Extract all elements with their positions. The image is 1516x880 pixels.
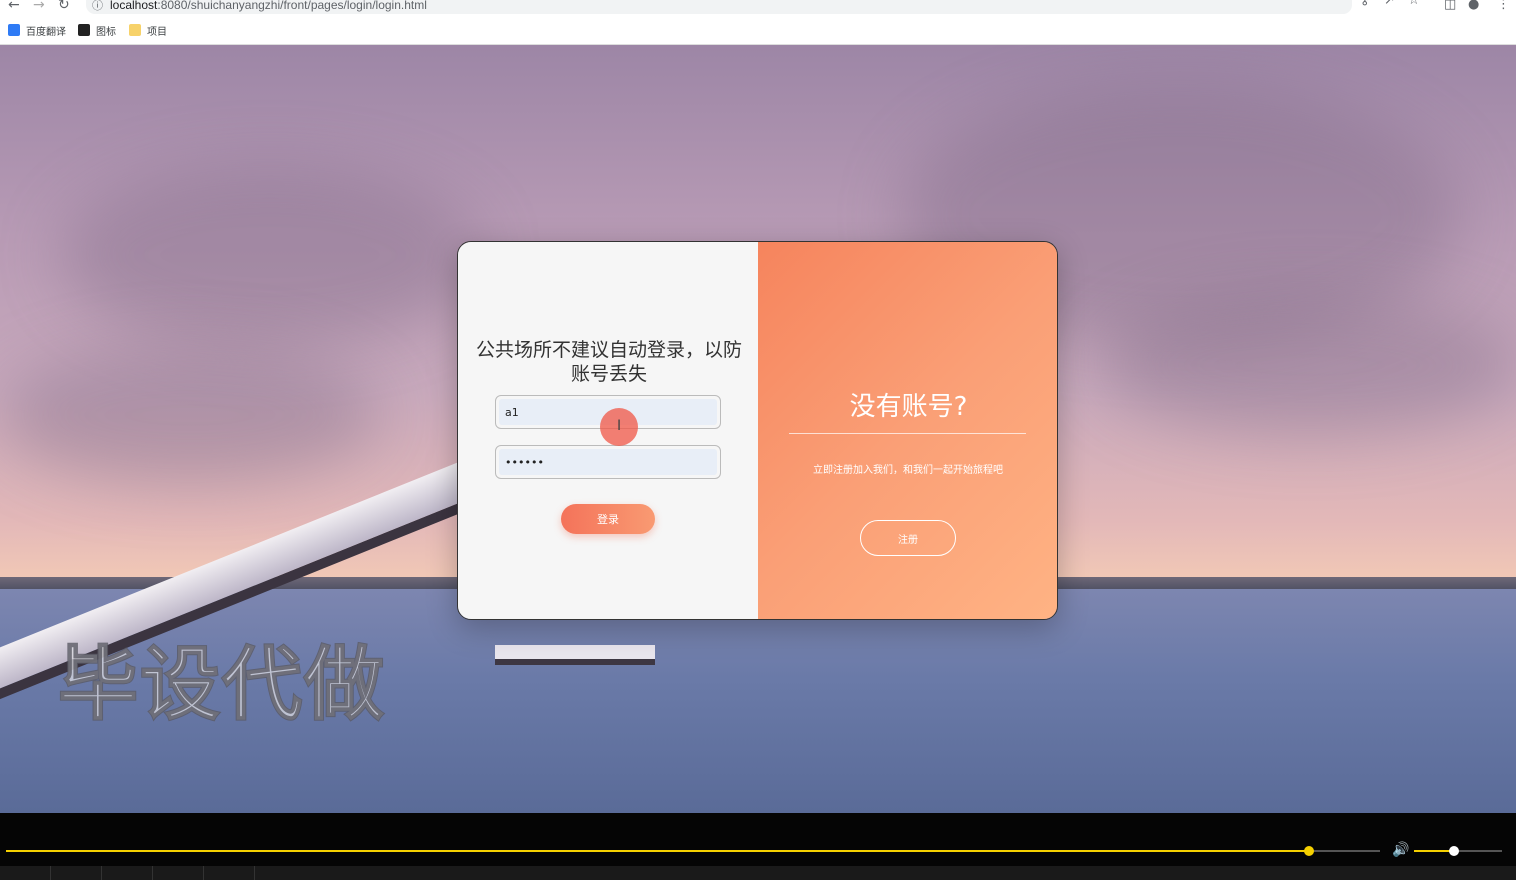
reload-icon[interactable]: ↻ bbox=[58, 0, 70, 13]
share-icon[interactable]: ↗ bbox=[1384, 0, 1395, 8]
bookmark-baidu-translate[interactable]: 百度翻译 bbox=[8, 22, 66, 38]
cloud bbox=[0, 345, 380, 485]
divider bbox=[789, 433, 1026, 434]
back-arrow-icon[interactable]: ← bbox=[8, 0, 20, 13]
register-title: 没有账号? bbox=[849, 392, 968, 422]
register-text: 立即注册加入我们，和我们一起开始旅程吧 bbox=[813, 465, 1003, 476]
login-title: 公共场所不建议自动登录，以防账号丢失 bbox=[476, 339, 743, 385]
bookmark-label: 图标 bbox=[96, 26, 116, 38]
volume-fill bbox=[1414, 850, 1454, 852]
folder-icon bbox=[129, 24, 141, 36]
bookmark-label: 项目 bbox=[147, 26, 167, 38]
progress-knob[interactable] bbox=[1303, 846, 1314, 856]
volume-slider[interactable] bbox=[1414, 846, 1502, 856]
pier-deck bbox=[495, 645, 655, 659]
login-button[interactable]: 登录 bbox=[561, 504, 655, 534]
forward-arrow-icon[interactable]: → bbox=[33, 0, 45, 13]
strip-divider bbox=[254, 866, 255, 880]
bookmark-icons[interactable]: 图标 bbox=[78, 22, 116, 38]
key-icon[interactable]: ⚷ bbox=[1360, 0, 1370, 8]
image-icon bbox=[78, 24, 90, 36]
sidebar-icon[interactable]: ◫ bbox=[1444, 0, 1456, 12]
strip-divider bbox=[152, 866, 153, 880]
register-panel: 没有账号? 立即注册加入我们，和我们一起开始旅程吧 注册 bbox=[758, 242, 1057, 619]
progress-fill bbox=[6, 850, 1309, 852]
password-field-wrap bbox=[495, 445, 721, 479]
text-cursor-icon: I bbox=[617, 418, 622, 434]
cloud bbox=[60, 165, 480, 345]
bookmarks-bar: 百度翻译 图标 项目 bbox=[0, 22, 600, 40]
strip-divider bbox=[50, 866, 51, 880]
volume-knob[interactable] bbox=[1448, 846, 1459, 856]
address-bar[interactable]: ⓘ localhost:8080/shuichanyangzhi/front/p… bbox=[86, 0, 1420, 14]
profile-icon[interactable]: ● bbox=[1468, 0, 1479, 12]
star-icon[interactable]: ☆ bbox=[1408, 0, 1420, 8]
watermark-text: 毕设代做 bbox=[57, 637, 386, 732]
login-card: 公共场所不建议自动登录，以防账号丢失 登录 没有账号? 立即注册加入我们，和我们… bbox=[457, 241, 1058, 620]
kebab-menu-icon[interactable]: ⋮ bbox=[1497, 0, 1510, 12]
video-player-bar: 🔊 bbox=[0, 813, 1516, 880]
password-input[interactable] bbox=[499, 449, 717, 475]
url-text: localhost:8080/shuichanyangzhi/front/pag… bbox=[110, 0, 427, 12]
strip-divider bbox=[101, 866, 102, 880]
baidu-translate-icon bbox=[8, 24, 20, 36]
player-bottom-strip bbox=[0, 866, 1516, 880]
bookmark-label: 百度翻译 bbox=[26, 26, 66, 38]
bookmark-projects[interactable]: 项目 bbox=[129, 22, 167, 38]
cloud bbox=[1100, 295, 1516, 435]
browser-chrome: ← → ↻ ⓘ localhost:8080/shuichanyangzhi/f… bbox=[0, 0, 1516, 45]
progress-slider[interactable] bbox=[6, 846, 1380, 856]
browser-nav-row: ← → ↻ ⓘ localhost:8080/shuichanyangzhi/f… bbox=[0, 0, 1516, 14]
register-button[interactable]: 注册 bbox=[860, 520, 956, 556]
strip-divider bbox=[203, 866, 204, 880]
site-info-icon[interactable]: ⓘ bbox=[92, 0, 103, 13]
volume-icon[interactable]: 🔊 bbox=[1392, 842, 1409, 858]
